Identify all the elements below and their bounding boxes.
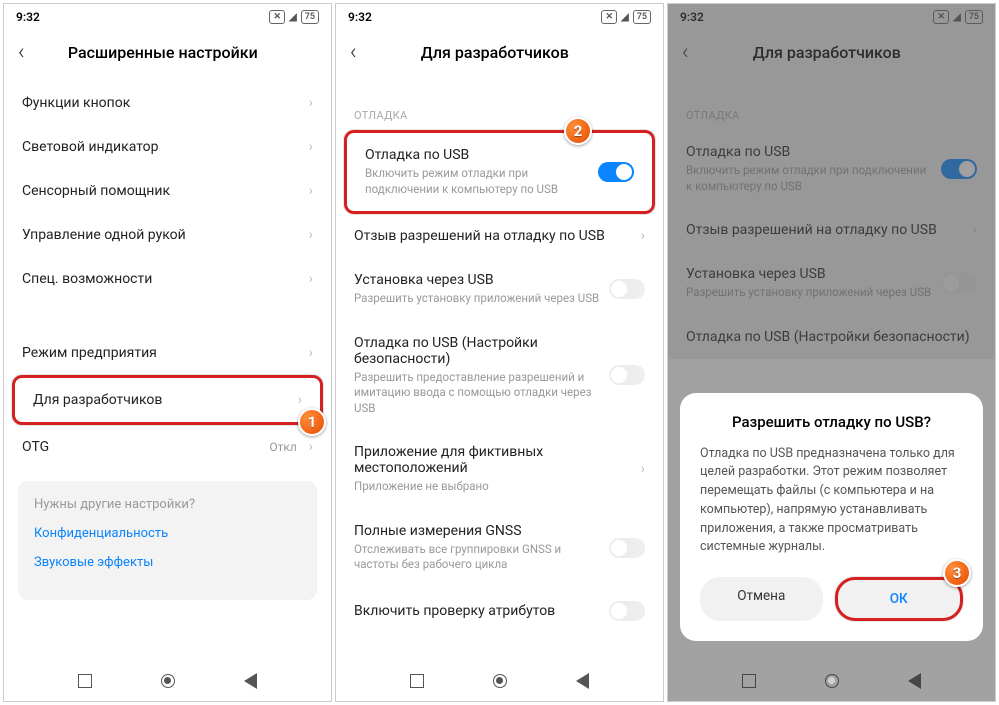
nav-back-icon[interactable] <box>908 673 921 689</box>
back-icon[interactable]: ‹ <box>18 40 25 65</box>
wifi-icon: ◢ <box>621 12 629 23</box>
chevron-right-icon: › <box>309 345 313 361</box>
row-one-hand[interactable]: Управление одной рукой› <box>4 213 331 257</box>
page-title: Для разработчиков <box>371 43 649 62</box>
phone-screen-2: 9:32 ✕ ◢ 75 ‹ Для разработчиков ОТЛАДКА От… <box>335 3 664 702</box>
link-sound-effects[interactable]: Звуковые эффекты <box>34 555 301 570</box>
usb-debug-dialog: Разрешить отладку по USB? Отладка по USB… <box>680 393 983 642</box>
chevron-right-icon: › <box>641 228 645 244</box>
mute-icon: ✕ <box>269 10 285 24</box>
content: Функции кнопок› Световой индикатор› Сенс… <box>4 81 331 661</box>
toggle-usb-debugging[interactable] <box>598 162 634 182</box>
dialog-title: Разрешить отладку по USB? <box>700 413 963 431</box>
toggle-install-usb[interactable] <box>609 279 645 299</box>
row-touch-assistant[interactable]: Сенсорный помощник› <box>4 169 331 213</box>
nav-home-icon[interactable] <box>493 674 507 688</box>
suggestions-title: Нужны другие настройки? <box>34 497 301 512</box>
nav-bar <box>4 661 331 701</box>
back-icon[interactable]: ‹ <box>350 40 357 65</box>
chevron-right-icon: › <box>641 461 645 477</box>
nav-recents-icon[interactable] <box>78 674 92 688</box>
chevron-right-icon: › <box>298 392 302 408</box>
nav-home-icon[interactable] <box>825 674 839 688</box>
battery-icon: 75 <box>301 10 319 24</box>
status-bar: 9:32 ✕ ◢ 75 <box>336 4 663 30</box>
chevron-right-icon: › <box>309 271 313 287</box>
nav-recents-icon[interactable] <box>742 674 756 688</box>
content: ОТЛАДКА Отладка по USBВключить режим отл… <box>336 81 663 661</box>
mute-icon: ✕ <box>601 10 617 24</box>
row-usb-security[interactable]: Отладка по USB (Настройки безопасности)Р… <box>336 321 663 431</box>
chevron-right-icon: › <box>309 95 313 111</box>
nav-back-icon[interactable] <box>576 673 589 689</box>
toggle-gnss[interactable] <box>609 538 645 558</box>
callout-badge-3: 3 <box>943 559 971 587</box>
nav-recents-icon[interactable] <box>410 674 424 688</box>
chevron-right-icon: › <box>309 439 313 455</box>
row-accessibility[interactable]: Спец. возможности› <box>4 257 331 301</box>
row-enterprise[interactable]: Режим предприятия› <box>4 331 331 375</box>
suggestions-card: Нужны другие настройки? Конфиденциальнос… <box>18 481 317 600</box>
chevron-right-icon: › <box>309 227 313 243</box>
row-light-indicator[interactable]: Световой индикатор› <box>4 125 331 169</box>
wifi-icon: ◢ <box>289 12 297 23</box>
nav-bar <box>668 661 995 701</box>
dialog-overlay: Разрешить отладку по USB? Отладка по USB… <box>668 4 995 701</box>
status-time: 9:32 <box>16 10 40 24</box>
row-otg[interactable]: OTGОткл› <box>4 425 331 469</box>
status-bar: 9:32 ✕ ◢ 75 <box>4 4 331 30</box>
toggle-usb-security[interactable] <box>609 365 645 385</box>
row-gnss[interactable]: Полные измерения GNSSОтслеживать все гру… <box>336 509 663 587</box>
row-revoke-usb[interactable]: Отзыв разрешений на отладку по USB› <box>336 214 663 258</box>
row-mock-location[interactable]: Приложение для фиктивных местоположенийП… <box>336 430 663 509</box>
nav-bar <box>336 661 663 701</box>
row-button-functions[interactable]: Функции кнопок› <box>4 81 331 125</box>
phone-screen-3: 9:32 ✕◢75 ‹ Для разработчиков ОТЛАДКА От… <box>667 3 996 702</box>
section-header: ОТЛАДКА <box>336 81 663 130</box>
link-privacy[interactable]: Конфиденциальность <box>34 526 301 541</box>
phone-screen-1: 9:32 ✕ ◢ 75 ‹ Расширенные настройки Функци… <box>3 3 332 702</box>
page-title: Расширенные настройки <box>39 43 317 62</box>
dialog-body: Отладка по USB предназначена только для … <box>700 445 963 558</box>
chevron-right-icon: › <box>309 139 313 155</box>
battery-icon: 75 <box>633 10 651 24</box>
row-install-usb[interactable]: Установка через USBРазрешить установку п… <box>336 258 663 321</box>
row-attr-check[interactable]: Включить проверку атрибутов <box>336 587 663 635</box>
status-time: 9:32 <box>348 10 372 24</box>
callout-badge-2: 2 <box>564 117 592 145</box>
header: ‹ Для разработчиков <box>336 30 663 81</box>
cancel-button[interactable]: Отмена <box>700 577 823 621</box>
row-developer-options[interactable]: Для разработчиков› 1 <box>12 375 323 425</box>
chevron-right-icon: › <box>309 183 313 199</box>
toggle-attr-check[interactable] <box>609 601 645 621</box>
ok-button[interactable]: ОК <box>835 577 964 621</box>
row-usb-debugging[interactable]: Отладка по USBВключить режим отладки при… <box>344 130 655 214</box>
header: ‹ Расширенные настройки <box>4 30 331 81</box>
nav-back-icon[interactable] <box>244 673 257 689</box>
nav-home-icon[interactable] <box>161 674 175 688</box>
